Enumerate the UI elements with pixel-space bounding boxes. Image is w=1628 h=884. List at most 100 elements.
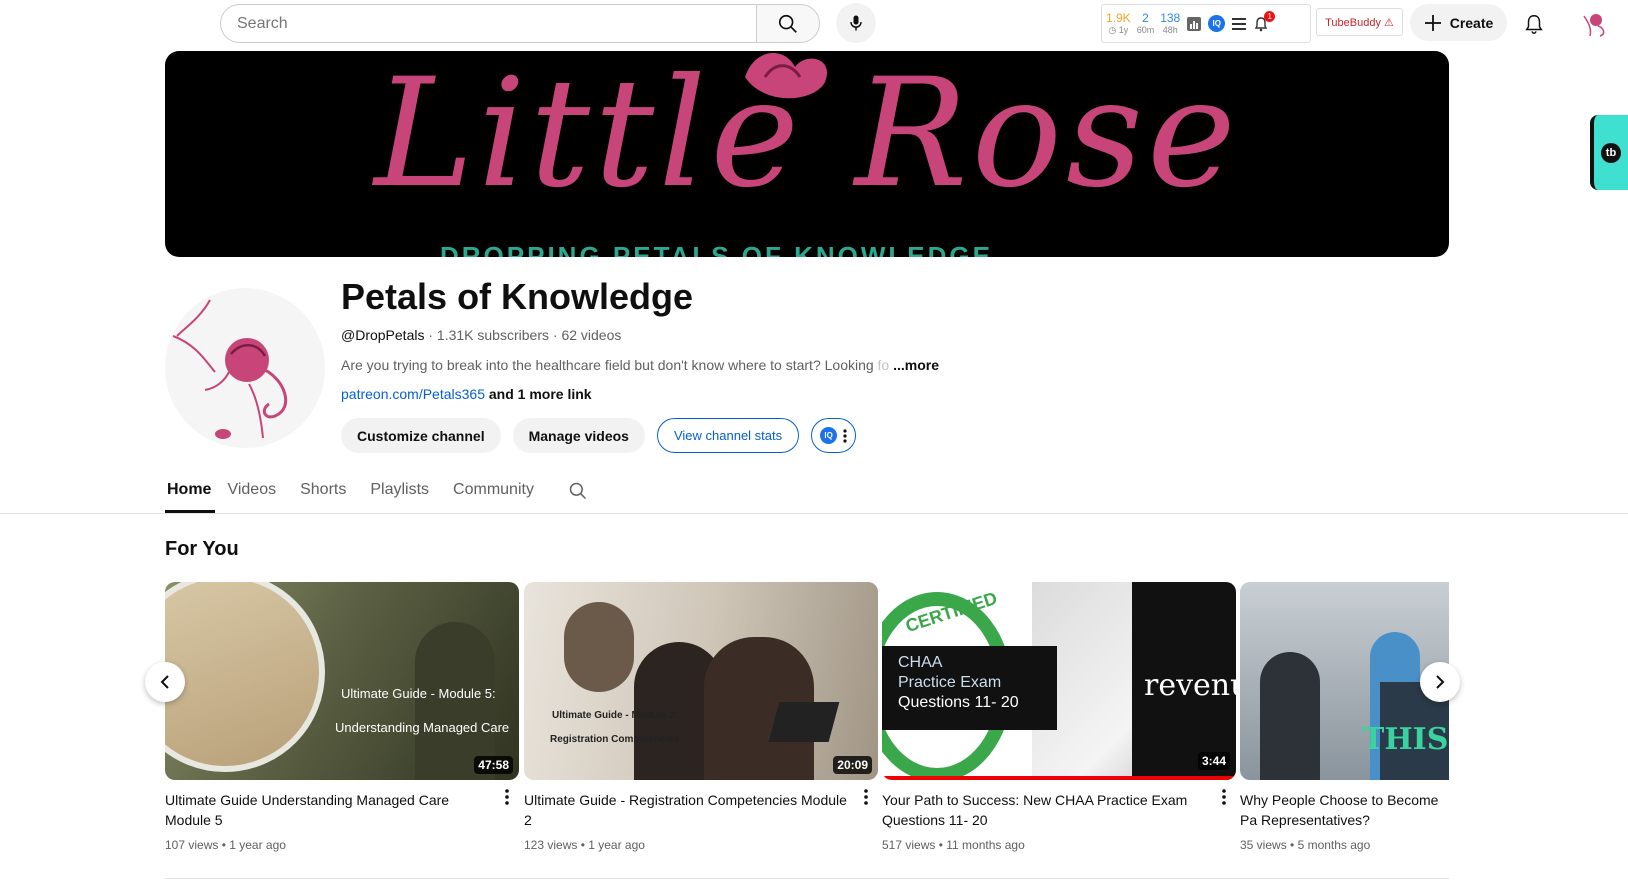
stat-realtime: 2 60m: [1137, 12, 1155, 35]
video-age: 1 year ago: [229, 838, 286, 852]
vidiq-icon: IQ: [820, 427, 838, 444]
menu-icon[interactable]: [1231, 16, 1247, 32]
video-card[interactable]: Ultimate Guide - Module 2: Registration …: [524, 582, 878, 852]
channel-handle: @DropPetals: [341, 327, 425, 343]
video-duration: 47:58: [474, 756, 513, 774]
thumbnail-text: Registration Competencies: [550, 734, 680, 745]
create-button[interactable]: Create: [1410, 4, 1507, 41]
tubebuddy-logo-icon: tb: [1601, 142, 1621, 163]
video-age: 1 year ago: [588, 838, 645, 852]
video-title[interactable]: Why People Choose to Become Pa Represent…: [1240, 790, 1449, 830]
tab-playlists[interactable]: Playlists: [368, 477, 441, 513]
search-icon: [778, 14, 797, 33]
channel-tabs: Home Videos Shorts Playlists Community: [165, 477, 588, 513]
channel-avatar[interactable]: [165, 288, 325, 448]
carousel-prev-button[interactable]: [145, 662, 185, 702]
video-title[interactable]: Ultimate Guide - Registration Competenci…: [524, 790, 878, 830]
voice-search-button[interactable]: [836, 3, 876, 43]
thumbnail-person: [1260, 652, 1320, 780]
carousel-next-button[interactable]: [1420, 662, 1460, 702]
rose-logo-icon: [172, 299, 288, 439]
video-menu-button[interactable]: [858, 787, 874, 807]
stat-period: 60m: [1136, 25, 1155, 35]
video-views: 123 views: [524, 838, 578, 852]
thumbnail-laptop: [768, 702, 840, 742]
video-title[interactable]: Your Path to Success: New CHAA Practice …: [882, 790, 1236, 830]
subscriber-count: 1.31K subscribers: [436, 327, 549, 343]
thumbnail-text: Questions 11- 20: [898, 694, 1019, 711]
banner-subtitle: DROPPING PETALS OF KNOWLEDGE: [440, 241, 993, 257]
tubebuddy-stats-widget[interactable]: 1.9K ◷ 1y 2 60m 138 48h IQ 1: [1101, 4, 1311, 43]
tab-shorts[interactable]: Shorts: [298, 477, 358, 513]
video-age: 11 months ago: [946, 838, 1025, 852]
channel-link-url[interactable]: patreon.com/Petals365: [341, 386, 485, 402]
video-count: 62 videos: [561, 327, 622, 343]
vidiq-menu-button[interactable]: IQ: [811, 418, 857, 453]
video-views: 35 views: [1240, 838, 1287, 852]
notifications-button[interactable]: [1516, 6, 1552, 42]
stat-value: 2: [1142, 11, 1149, 25]
video-meta: 123 views • 1 year ago: [524, 838, 645, 852]
video-meta: 517 views • 11 months ago: [882, 838, 1025, 852]
thumbnail-text: Practice Exam: [898, 674, 1002, 691]
thumbnail-word: revenue: [1144, 668, 1236, 703]
bar-chart-icon[interactable]: [1186, 16, 1202, 32]
chevron-right-icon: [1436, 675, 1445, 689]
video-title[interactable]: Ultimate Guide Understanding Managed Car…: [165, 790, 519, 830]
tabs-divider: [0, 513, 1628, 514]
thumbnail-text: CHAA: [898, 654, 943, 671]
stat-views: 1.9K ◷ 1y: [1106, 12, 1131, 35]
video-thumbnail[interactable]: revenue CERTIFIED CHAA Practice Exam Que…: [882, 582, 1236, 780]
channel-links: patreon.com/Petals365 and 1 more link: [341, 386, 592, 402]
channel-meta: @DropPetals · 1.31K subscribers · 62 vid…: [341, 327, 621, 343]
channel-banner: Little Rose DROPPING PETALS OF KNOWLEDGE: [165, 51, 1449, 257]
chevron-left-icon: [160, 675, 169, 689]
stat-period: 48h: [1162, 25, 1178, 35]
bell-icon: [1525, 15, 1543, 34]
channel-description[interactable]: Are you trying to break into the healthc…: [341, 357, 939, 373]
video-age: 5 months ago: [1297, 838, 1371, 852]
video-menu-button[interactable]: [499, 787, 515, 807]
video-card[interactable]: revenue CERTIFIED CHAA Practice Exam Que…: [882, 582, 1236, 852]
channel-actions: Customize channel Manage videos View cha…: [341, 418, 857, 453]
channel-search-button[interactable]: [568, 477, 588, 513]
view-channel-stats-button[interactable]: View channel stats: [656, 418, 800, 453]
video-menu-button[interactable]: [1216, 787, 1232, 807]
tubebuddy-button[interactable]: TubeBuddy ⚠: [1316, 8, 1403, 36]
search-input[interactable]: [220, 4, 756, 43]
account-avatar[interactable]: [1576, 6, 1612, 42]
alerts-icon[interactable]: 1: [1253, 10, 1276, 32]
stat-48h: 138 48h: [1160, 12, 1180, 35]
meta-separator: ·: [428, 327, 437, 343]
thumbnail-text: Ultimate Guide - Module 5:: [341, 686, 496, 701]
video-meta: 35 views • 5 months ago: [1240, 838, 1371, 852]
description-more-link[interactable]: ...more: [893, 357, 939, 373]
search-button[interactable]: [756, 4, 820, 43]
more-vertical-icon: [843, 428, 847, 443]
create-label: Create: [1449, 14, 1494, 31]
thumbnail-person: [564, 602, 634, 692]
vidiq-icon[interactable]: IQ: [1208, 15, 1226, 32]
manage-videos-button[interactable]: Manage videos: [512, 418, 645, 453]
stat-period: ◷ 1y: [1108, 25, 1129, 35]
more-links-button[interactable]: and 1 more link: [489, 386, 592, 402]
tab-community[interactable]: Community: [451, 477, 546, 513]
more-vertical-icon: [505, 789, 509, 805]
more-vertical-icon: [864, 789, 868, 805]
tab-videos[interactable]: Videos: [225, 477, 288, 513]
video-thumbnail[interactable]: Ultimate Guide - Module 5: Understanding…: [165, 582, 519, 780]
video-thumbnail[interactable]: Ultimate Guide - Module 2: Registration …: [524, 582, 878, 780]
video-card[interactable]: THIS Why People Choose to Become Pa Repr…: [1240, 582, 1449, 852]
video-views: 107 views: [165, 838, 219, 852]
tab-home[interactable]: Home: [165, 477, 216, 513]
more-vertical-icon: [1222, 789, 1226, 805]
video-thumbnail[interactable]: THIS: [1240, 582, 1449, 780]
customize-channel-button[interactable]: Customize channel: [341, 418, 501, 453]
watch-progress-bar: [882, 776, 1236, 780]
section-title: For You: [165, 538, 239, 560]
rose-logo-icon: [1583, 14, 1605, 37]
thumbnail-text: Ultimate Guide - Module 2:: [552, 710, 679, 721]
video-duration: 20:09: [833, 756, 872, 774]
video-card[interactable]: Ultimate Guide - Module 5: Understanding…: [165, 582, 519, 852]
tubebuddy-side-tab[interactable]: tb: [1590, 115, 1628, 190]
